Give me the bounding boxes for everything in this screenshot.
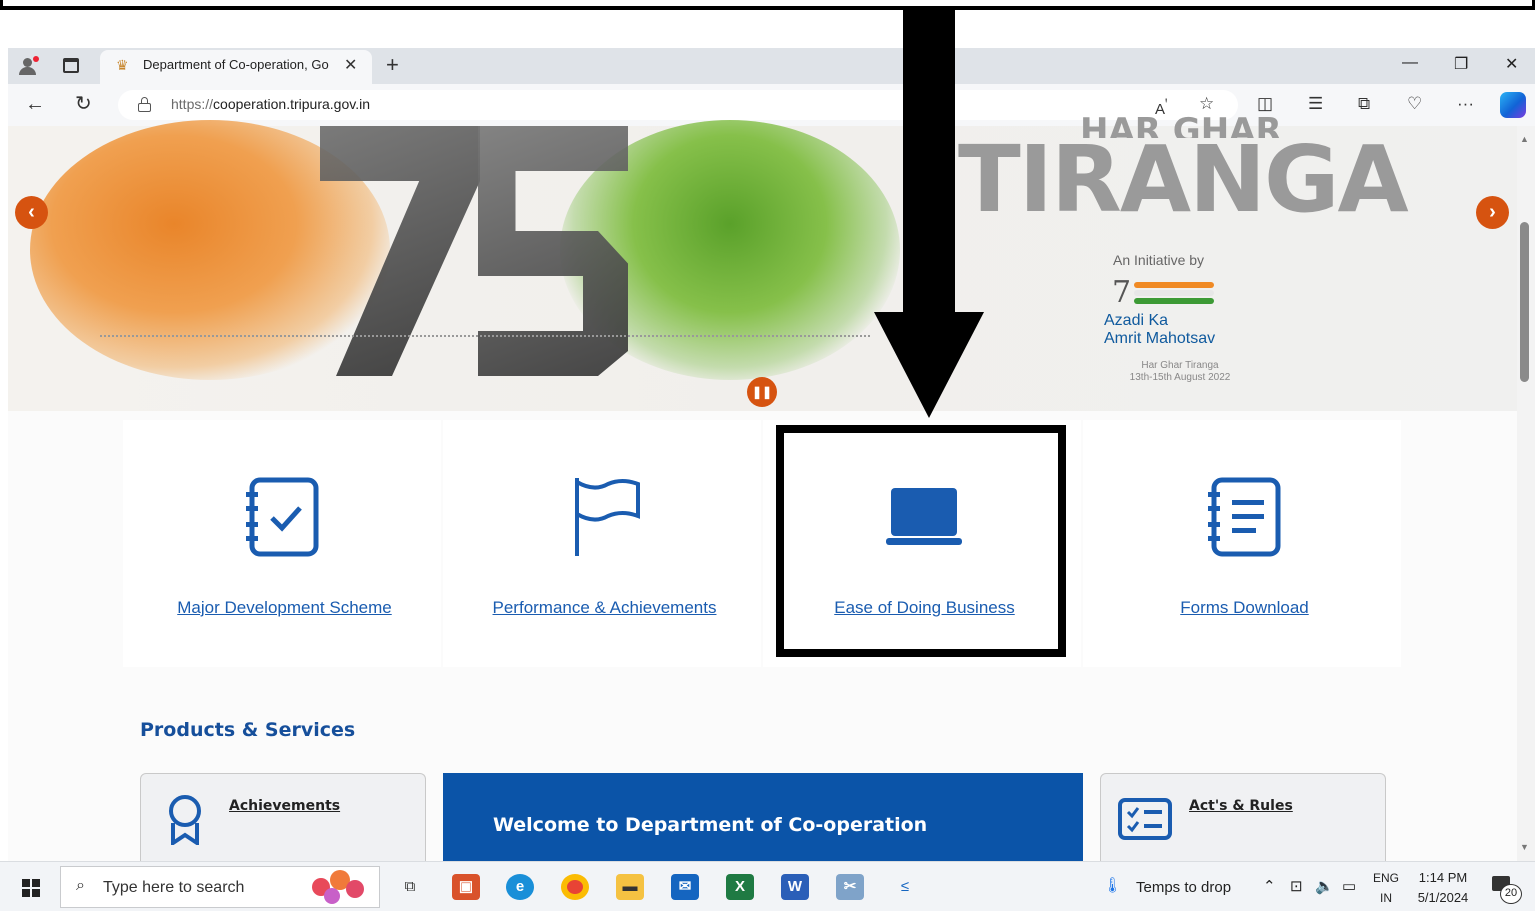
- form-list-icon: [1208, 477, 1281, 557]
- annotation-highlight-box: [776, 425, 1066, 657]
- chrome-icon[interactable]: [561, 874, 589, 900]
- favorite-star-icon[interactable]: ☆: [1199, 94, 1214, 114]
- network-icon[interactable]: ⊡: [1290, 877, 1303, 895]
- banner-initiative-text: An Initiative by: [1113, 252, 1205, 268]
- language-indicator[interactable]: ENG IN: [1371, 868, 1401, 908]
- weather-icon[interactable]: 🌡: [1103, 876, 1122, 894]
- slider-prev-button[interactable]: ‹: [15, 196, 48, 229]
- welcome-heading: Welcome to Department of Co-operation: [493, 814, 928, 836]
- scroll-up-icon[interactable]: ▲: [1520, 134, 1529, 144]
- annotation-frame: [0, 0, 1535, 10]
- flag-icon: [575, 478, 640, 556]
- document-list-icon: [1118, 798, 1172, 840]
- search-icon: ⌕: [76, 877, 85, 894]
- achievements-link[interactable]: Achievements: [229, 798, 340, 814]
- windows-start-icon[interactable]: [22, 879, 40, 897]
- restore-button[interactable]: ❐: [1454, 54, 1468, 74]
- lock-icon[interactable]: [138, 97, 151, 112]
- close-window-button[interactable]: ✕: [1505, 54, 1518, 74]
- tab-actions-icon[interactable]: [63, 58, 79, 73]
- major-development-scheme-link[interactable]: Major Development Scheme: [123, 598, 446, 618]
- snipping-tool-icon[interactable]: ✂: [836, 874, 864, 900]
- slider-next-button[interactable]: ›: [1476, 196, 1509, 229]
- performance-achievements-link[interactable]: Performance & Achievements: [443, 598, 766, 618]
- profile-icon[interactable]: [18, 56, 39, 76]
- emblem-favicon-icon: ♛: [116, 57, 129, 73]
- annotation-arrow-shaft: [903, 8, 955, 313]
- weather-text[interactable]: Temps to drop: [1136, 879, 1231, 896]
- task-view-icon[interactable]: ⧉: [396, 874, 424, 900]
- collections-icon[interactable]: ⧉: [1358, 94, 1370, 114]
- acts-rules-link[interactable]: Act's & Rules: [1189, 798, 1293, 814]
- azadi-logo: 7: [1112, 276, 1222, 310]
- mail-icon[interactable]: ✉: [671, 874, 699, 900]
- word-icon[interactable]: W: [781, 874, 809, 900]
- checklist-icon: [246, 477, 319, 557]
- volume-icon[interactable]: 🔈: [1315, 877, 1334, 895]
- scroll-down-icon[interactable]: ▼: [1520, 842, 1529, 852]
- url-text[interactable]: https://cooperation.tripura.gov.in: [171, 96, 370, 112]
- notification-center-icon[interactable]: 20: [1490, 874, 1524, 904]
- new-tab-button[interactable]: +: [386, 52, 399, 78]
- display-icon[interactable]: ▭: [1342, 877, 1356, 895]
- tab-title[interactable]: Department of Co-operation, Go: [143, 57, 338, 72]
- award-icon: [169, 795, 201, 845]
- more-menu-icon[interactable]: ···: [1457, 94, 1474, 114]
- favorites-icon[interactable]: ☰: [1308, 94, 1323, 114]
- edge-icon[interactable]: e: [506, 874, 534, 900]
- banner-heading: TIRANGA: [958, 126, 1409, 233]
- media-app-icon[interactable]: ▣: [452, 874, 480, 900]
- browser-essentials-icon[interactable]: ♡: [1407, 94, 1422, 114]
- taskbar-search-input[interactable]: Type here to search: [103, 879, 244, 897]
- annotation-arrow-head: [874, 312, 984, 418]
- products-services-heading: Products & Services: [140, 719, 356, 741]
- notification-count: 20: [1500, 884, 1522, 904]
- refresh-icon[interactable]: ↻: [75, 93, 92, 115]
- azadi-logo-text: Azadi Ka Amrit Mahotsav: [1104, 312, 1216, 347]
- flowers-highlight-icon: [308, 868, 370, 908]
- file-explorer-icon[interactable]: ▬: [616, 874, 644, 900]
- minimize-button[interactable]: —: [1402, 54, 1418, 72]
- slider-pause-button[interactable]: ❚❚: [747, 377, 777, 407]
- tray-expand-icon[interactable]: ⌃: [1263, 877, 1276, 895]
- forms-download-link[interactable]: Forms Download: [1083, 598, 1406, 618]
- banner-date-text: Har Ghar Tiranga 13th-15th August 2022: [1129, 360, 1231, 383]
- copilot-icon[interactable]: [1500, 92, 1526, 118]
- back-icon[interactable]: ←: [25, 93, 45, 115]
- scroll-thumb[interactable]: [1520, 222, 1529, 382]
- pen-app-icon[interactable]: ≤: [891, 874, 919, 900]
- clock[interactable]: 1:14 PM 5/1/2024: [1414, 868, 1472, 908]
- split-screen-icon[interactable]: ◫: [1257, 94, 1273, 114]
- screen: ♛ Department of Co-operation, Go ✕ + — ❐…: [0, 0, 1535, 911]
- tab-close-button[interactable]: ✕: [344, 55, 357, 75]
- excel-icon[interactable]: X: [726, 874, 754, 900]
